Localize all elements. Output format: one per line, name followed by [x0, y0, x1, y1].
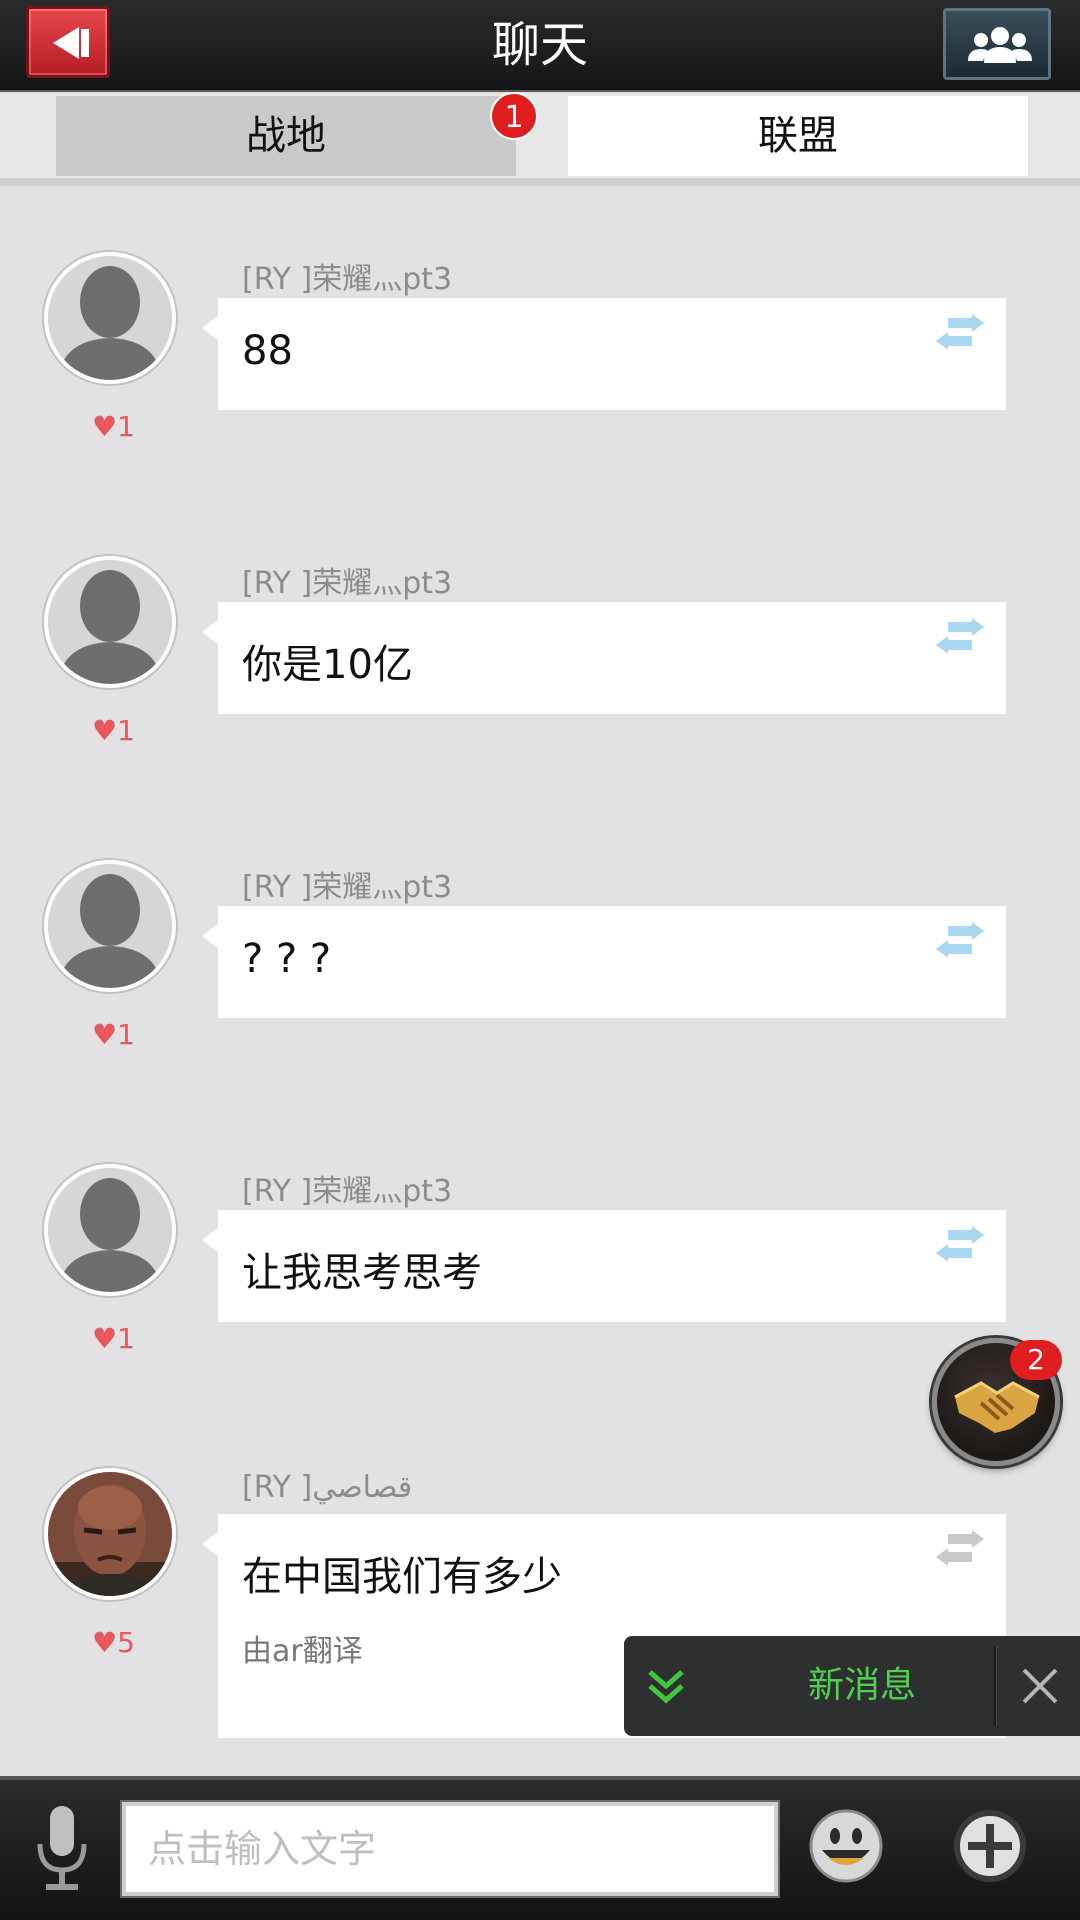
group-members-button[interactable] [943, 8, 1051, 80]
silhouette-icon [48, 256, 172, 380]
message-item: ♥1 [RY ]荣耀灬pt3 88 [0, 252, 1080, 552]
message-text: ? ? ? [242, 936, 332, 982]
translate-icon[interactable] [934, 1226, 986, 1266]
silhouette-icon [48, 1168, 172, 1292]
silhouette-icon [48, 560, 172, 684]
sender-name: [RY ]荣耀灬pt3 [242, 1174, 453, 1209]
message-item: ♥1 [RY ]荣耀灬pt3 让我思考思考 [0, 1164, 1080, 1464]
microphone-icon[interactable] [36, 1804, 88, 1896]
plus-circle-icon[interactable] [952, 1808, 1028, 1884]
likes-count: ♥1 [92, 1322, 135, 1355]
likes-count: ♥5 [92, 1626, 135, 1659]
avatar[interactable] [44, 252, 176, 384]
smiley-icon[interactable] [808, 1808, 884, 1884]
likes-count: ♥1 [92, 1018, 135, 1051]
translated-note: 由ar翻译 [242, 1634, 363, 1669]
chat-input-bar: 点击输入文字 [0, 1776, 1080, 1920]
avatar[interactable] [44, 556, 176, 688]
header-bar: 聊天 [0, 0, 1080, 92]
message-input[interactable]: 点击输入文字 [120, 1800, 780, 1898]
likes-count: ♥1 [92, 410, 135, 443]
page-title: 聊天 [491, 17, 588, 73]
message-item: ♥1 [RY ]荣耀灬pt3 ? ? ? [0, 860, 1080, 1160]
translate-icon[interactable] [934, 618, 986, 658]
new-message-toast[interactable]: 新消息 [624, 1636, 1080, 1736]
translate-icon[interactable] [934, 314, 986, 354]
message-text: 你是10亿 [242, 642, 413, 688]
likes-count: ♥1 [92, 714, 135, 747]
sender-name: [RY ]荣耀灬pt3 [242, 870, 453, 905]
silhouette-icon [48, 864, 172, 988]
translate-icon[interactable] [934, 1530, 986, 1570]
message-text: 让我思考思考 [242, 1250, 482, 1296]
tab-bar: 战地 1 联盟 [0, 92, 1080, 186]
group-members-icon [968, 27, 1032, 63]
message-bubble[interactable]: 你是10亿 [202, 602, 1006, 714]
tab-alliance[interactable]: 联盟 [568, 96, 1028, 176]
translate-icon[interactable] [934, 922, 986, 962]
help-count-badge: 2 [1010, 1340, 1062, 1380]
message-bubble[interactable]: ? ? ? [202, 906, 1006, 1018]
soldier-portrait-icon [48, 1472, 172, 1596]
message-bubble[interactable]: 让我思考思考 [202, 1210, 1006, 1322]
close-icon[interactable] [1020, 1666, 1060, 1706]
message-text: 88 [242, 328, 293, 374]
sender-name: [RY ]荣耀灬pt3 [242, 262, 453, 297]
sender-name: [RY ]قصاصي [242, 1470, 413, 1505]
new-message-label: 新消息 [807, 1665, 916, 1706]
sender-name: [RY ]荣耀灬pt3 [242, 566, 453, 601]
message-item: ♥1 [RY ]荣耀灬pt3 你是10亿 [0, 556, 1080, 856]
double-chevron-down-icon [648, 1670, 684, 1704]
message-text: 在中国我们有多少 [242, 1554, 562, 1600]
avatar[interactable] [44, 860, 176, 992]
tab-badge: 1 [490, 92, 538, 140]
message-bubble[interactable]: 88 [202, 298, 1006, 410]
avatar[interactable] [44, 1164, 176, 1296]
avatar[interactable] [44, 1468, 176, 1600]
tab-battlefield[interactable]: 战地 [56, 96, 516, 176]
